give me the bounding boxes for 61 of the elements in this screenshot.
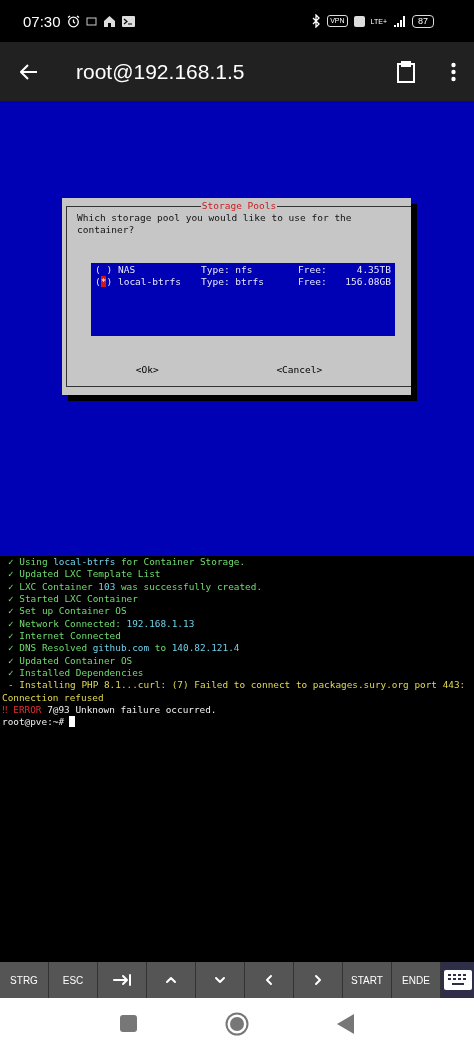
option-type: Type: nfs — [201, 264, 254, 276]
free-space: 156.08GB — [344, 276, 391, 288]
keyboard-toggle-button[interactable] — [441, 962, 474, 998]
terminal-line: Installing PHP 8.1...curl: (7) Failed to connect to packages.sury.org port 443: — [19, 679, 466, 691]
clipboard-icon[interactable] — [397, 60, 415, 83]
terminal-icon — [121, 15, 135, 27]
terminal-line: Updated Container OS — [19, 654, 133, 666]
clock-time: 07:30 — [23, 12, 61, 30]
status-mark: ✓ — [8, 630, 14, 642]
keyboard-icon — [443, 970, 472, 990]
terminal-line: Set up Container OS — [19, 605, 127, 617]
back-arrow-icon[interactable] — [20, 63, 38, 80]
terminal-line: Installed Dependencies — [19, 667, 144, 679]
terminal-line: root@pve:~# — [2, 716, 65, 728]
terminal-line: Connection refused — [2, 691, 104, 703]
option-name[interactable]: local-btrfs — [117, 276, 181, 287]
dialog-prompt: Which storage pool you would like to use for the container? — [76, 212, 353, 236]
home-button[interactable] — [225, 1011, 249, 1036]
terminal-line: Started LXC Container — [19, 593, 138, 605]
radio-button[interactable]: (*) — [95, 276, 113, 287]
signal-icon — [393, 15, 406, 27]
terminal-line: Using local-btrfs for Container Storage. — [19, 556, 246, 567]
bluetooth-icon — [311, 14, 322, 28]
terminal-line: Network Connected: 192.168.1.13 — [19, 617, 195, 629]
dialog-button[interactable]: <Cancel> — [274, 364, 325, 376]
terminal-line: DNS Resolved github.com to 140.82.121.4 — [19, 642, 240, 654]
chevron-up-icon — [165, 976, 177, 984]
terminal-line: LXC Container 103 was successfully created. — [19, 580, 263, 592]
status-mark: ✓ — [8, 593, 14, 605]
free-label: Free: — [298, 264, 328, 276]
radio-button[interactable]: ( ) — [95, 264, 113, 275]
status-mark: ‼ ERROR — [2, 704, 42, 716]
status-mark: ✓ — [8, 580, 14, 592]
status-mark: - — [8, 679, 14, 691]
dialog-title: Storage Pools — [200, 200, 278, 212]
free-label: Free: — [298, 276, 328, 288]
more-menu-icon[interactable] — [451, 61, 456, 82]
window-title: root@192.168.1.5 — [76, 59, 246, 84]
terminal-line: Updated LXC Template List — [19, 568, 161, 580]
status-mark: ✓ — [8, 654, 14, 666]
terminal-line: 7@93 Unknown failure occurred. — [47, 704, 217, 716]
tab-icon — [113, 974, 131, 986]
free-space: 4.35TB — [355, 264, 391, 276]
status-mark: ✓ — [8, 642, 14, 654]
text-cursor — [69, 716, 76, 728]
status-mark: ✓ — [8, 568, 14, 580]
status-mark: ✓ — [8, 605, 14, 617]
status-mark: ✓ — [8, 667, 14, 679]
chevron-right-icon — [314, 974, 322, 986]
option-type: Type: btrfs — [201, 276, 265, 288]
alarm-icon — [66, 14, 80, 28]
chevron-left-icon — [265, 974, 273, 986]
chevron-down-icon — [214, 976, 226, 984]
battery-indicator: 87 — [412, 14, 434, 28]
option-name[interactable]: NAS — [117, 264, 136, 275]
home-icon — [102, 15, 116, 27]
status-mark: ✓ — [8, 556, 14, 567]
terminal-line: Internet Connected — [19, 630, 121, 642]
dialog-button[interactable]: <Ok> — [133, 364, 161, 376]
back-button[interactable] — [337, 1013, 354, 1034]
status-mark: ✓ — [8, 617, 14, 629]
